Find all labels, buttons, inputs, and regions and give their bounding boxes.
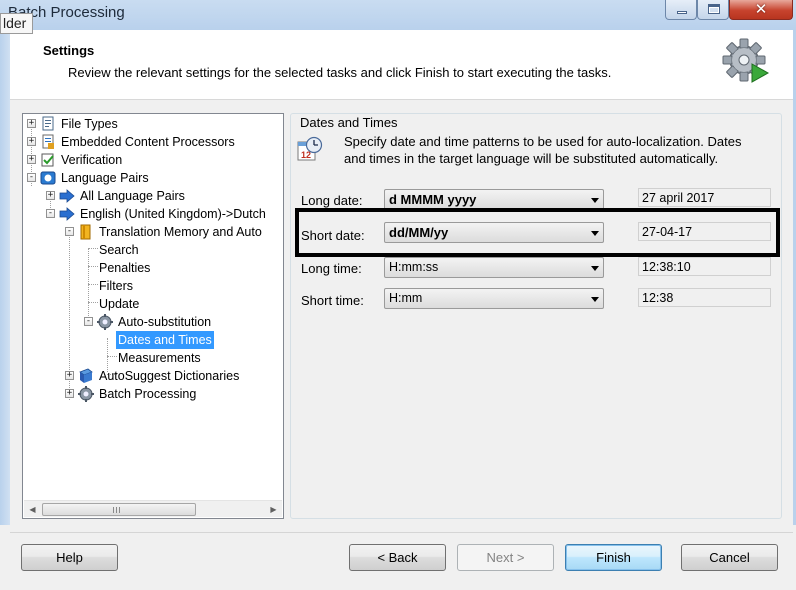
tree-item-search[interactable]: Search bbox=[23, 241, 278, 259]
tree-item-label: Translation Memory and Auto bbox=[99, 225, 262, 239]
tree-item-embedded-content-processors[interactable]: + Embedded Content Processors bbox=[23, 133, 278, 151]
tree-item-auto-substitution[interactable]: - Auto-substitution bbox=[23, 313, 278, 331]
tree-item-label: Penalties bbox=[99, 261, 151, 275]
dates-and-times-group bbox=[290, 113, 782, 519]
verification-icon bbox=[40, 152, 56, 168]
collapse-icon[interactable]: - bbox=[84, 317, 93, 326]
tree-item-label: All Language Pairs bbox=[80, 189, 185, 203]
maximize-button[interactable] bbox=[697, 0, 729, 20]
tree-item-all-language-pairs[interactable]: + All Language Pairs bbox=[23, 187, 278, 205]
settings-tree[interactable]: + File Types + Embedded Content Processo… bbox=[22, 113, 284, 519]
scroll-right-icon[interactable]: ▶ bbox=[265, 501, 282, 518]
tm-icon bbox=[78, 224, 94, 240]
next-button[interactable]: Next > bbox=[457, 544, 554, 571]
short-time-label: Short time: bbox=[301, 293, 364, 308]
close-button[interactable]: ✕ bbox=[729, 0, 793, 20]
title-bar: Batch Processing ✕ bbox=[0, 0, 796, 30]
tree-item-file-types[interactable]: + File Types bbox=[23, 115, 278, 133]
tree-item-label: File Types bbox=[61, 117, 118, 131]
tree-item-verification[interactable]: + Verification bbox=[23, 151, 278, 169]
tree-item-english-dutch[interactable]: - English (United Kingdom)->Dutch bbox=[23, 205, 278, 223]
help-button[interactable]: Help bbox=[21, 544, 118, 571]
chevron-down-icon[interactable] bbox=[591, 266, 599, 271]
tree-horizontal-scrollbar[interactable]: ◀ ▶ bbox=[24, 500, 282, 517]
short-time-value: H:mm bbox=[389, 291, 423, 305]
collapse-icon[interactable]: - bbox=[65, 227, 74, 236]
close-icon: ✕ bbox=[754, 1, 768, 18]
long-date-value: d MMMM yyyy bbox=[389, 192, 477, 207]
tree-item-autosuggest-dictionaries[interactable]: + AutoSuggest Dictionaries bbox=[23, 367, 278, 385]
long-time-preview: 12:38:10 bbox=[638, 257, 771, 276]
expand-icon[interactable]: + bbox=[27, 155, 36, 164]
chevron-down-icon[interactable] bbox=[591, 198, 599, 203]
tree-item-translation-memory[interactable]: - Translation Memory and Auto bbox=[23, 223, 278, 241]
tree-item-language-pairs[interactable]: - Language Pairs bbox=[23, 169, 278, 187]
long-time-label: Long time: bbox=[301, 261, 362, 276]
long-date-preview: 27 april 2017 bbox=[638, 188, 771, 207]
tree-item-penalties[interactable]: Penalties bbox=[23, 259, 278, 277]
tree-item-label: Search bbox=[99, 243, 139, 257]
tree-item-label: Batch Processing bbox=[99, 387, 197, 401]
book-icon bbox=[78, 368, 94, 384]
group-title: Dates and Times bbox=[299, 115, 399, 130]
panel-description: Specify date and time patterns to be use… bbox=[344, 134, 742, 166]
tree-item-batch-processing[interactable]: + Batch Processing bbox=[23, 385, 278, 403]
expand-icon[interactable]: + bbox=[65, 389, 74, 398]
tree-item-update[interactable]: Update bbox=[23, 295, 278, 313]
expand-icon[interactable]: + bbox=[27, 119, 36, 128]
short-date-highlight bbox=[295, 208, 780, 257]
tree-item-label: Embedded Content Processors bbox=[61, 135, 235, 149]
scrollbar-thumb[interactable] bbox=[42, 503, 196, 516]
long-time-select[interactable]: H:mm:ss bbox=[384, 257, 604, 278]
gear-play-icon bbox=[722, 38, 772, 86]
tree-item-label: AutoSuggest Dictionaries bbox=[99, 369, 240, 383]
tree-item-label: Auto-substitution bbox=[118, 315, 212, 329]
background-window-tooltip: lder bbox=[0, 13, 33, 34]
calendar-clock-icon: 12 bbox=[296, 136, 324, 164]
tree-item-measurements[interactable]: Measurements bbox=[23, 349, 278, 367]
settings-content: + File Types + Embedded Content Processo… bbox=[10, 100, 793, 525]
tree-item-dates-and-times[interactable]: Dates and Times bbox=[23, 331, 278, 349]
chevron-down-icon[interactable] bbox=[591, 297, 599, 302]
short-time-preview: 12:38 bbox=[638, 288, 771, 307]
document-icon bbox=[40, 134, 56, 150]
tree-item-label: Measurements bbox=[118, 351, 201, 365]
expand-icon[interactable]: + bbox=[27, 137, 36, 146]
tree-item-label-selected: Dates and Times bbox=[116, 331, 214, 349]
tree-item-label: Language Pairs bbox=[61, 171, 149, 185]
finish-button[interactable]: Finish bbox=[565, 544, 662, 571]
maximize-icon bbox=[708, 4, 720, 14]
long-date-select[interactable]: d MMMM yyyy bbox=[384, 189, 604, 210]
gear-icon bbox=[97, 314, 113, 330]
settings-header: Settings Review the relevant settings fo… bbox=[10, 30, 793, 100]
scroll-left-icon[interactable]: ◀ bbox=[24, 501, 41, 518]
cancel-button[interactable]: Cancel bbox=[681, 544, 778, 571]
arrow-icon bbox=[59, 206, 75, 222]
expand-icon[interactable]: + bbox=[46, 191, 55, 200]
collapse-icon[interactable]: - bbox=[46, 209, 55, 218]
gear-icon bbox=[78, 386, 94, 402]
window-frame-left bbox=[0, 30, 10, 590]
tree-item-label: Filters bbox=[99, 279, 134, 293]
footer-separator bbox=[10, 532, 793, 533]
tree-item-label: Verification bbox=[61, 153, 123, 167]
minimize-button[interactable] bbox=[665, 0, 697, 20]
minimize-icon bbox=[677, 11, 687, 14]
long-time-value: H:mm:ss bbox=[389, 260, 439, 274]
grip-icon bbox=[113, 507, 122, 513]
tree-item-label: Update bbox=[99, 297, 140, 311]
tree-item-filters[interactable]: Filters bbox=[23, 277, 278, 295]
expand-icon[interactable]: + bbox=[65, 371, 74, 380]
page-title: Settings bbox=[43, 43, 95, 58]
collapse-icon[interactable]: - bbox=[27, 173, 36, 182]
file-types-icon bbox=[40, 116, 56, 132]
arrow-icon bbox=[59, 188, 75, 204]
page-subtitle: Review the relevant settings for the sel… bbox=[68, 65, 612, 80]
tree-item-label: English (United Kingdom)->Dutch bbox=[80, 207, 266, 221]
back-button[interactable]: < Back bbox=[349, 544, 446, 571]
language-pairs-icon bbox=[40, 170, 56, 186]
long-date-label: Long date: bbox=[301, 193, 363, 208]
short-time-select[interactable]: H:mm bbox=[384, 288, 604, 309]
